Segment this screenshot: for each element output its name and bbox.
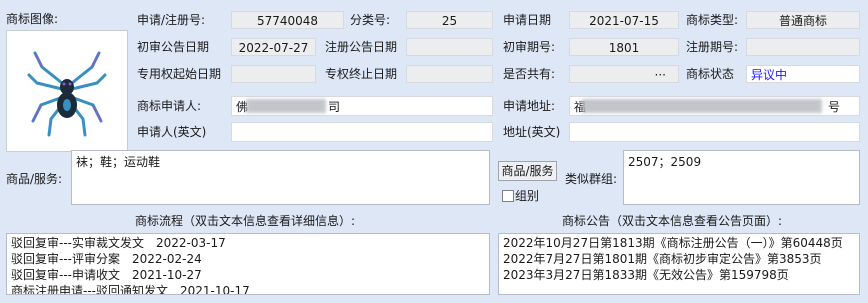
flow-item[interactable]: 驳回复审---申请收文 2021-10-27: [7, 267, 489, 283]
reg-date-label: 注册公告日期: [325, 40, 398, 54]
flow-title: 商标流程（双击文本信息查看详细信息）:: [135, 214, 356, 228]
checkbox-icon[interactable]: [502, 190, 514, 202]
notice-list[interactable]: 2022年10月27日第1813期《商标注册公告（一）》第60448页 2022…: [498, 233, 860, 295]
applicant-label: 商标申请人:: [137, 99, 202, 113]
tm-type-field[interactable]: 普通商标: [746, 11, 860, 29]
applicant-en-field[interactable]: [231, 122, 493, 142]
prelim-issue-label: 初审期号:: [503, 40, 556, 54]
flow-item[interactable]: 驳回复审---实审裁文发文 2022-03-17: [7, 235, 489, 251]
shared-field[interactable]: ···: [569, 65, 679, 83]
prelim-issue-field[interactable]: 1801: [569, 38, 679, 56]
applicant-en-label: 申请人(英文): [137, 125, 207, 139]
app-date-label: 申请日期: [503, 13, 552, 27]
class-field[interactable]: 25: [406, 11, 493, 29]
app-date-field[interactable]: 2021-07-15: [569, 11, 679, 29]
reg-issue-field[interactable]: [746, 38, 860, 56]
trademark-image-label: 商标图像:: [6, 12, 59, 26]
excl-start-label: 专用权起始日期: [137, 67, 222, 81]
class-label: 分类号:: [350, 13, 391, 27]
excl-end-label: 专权终止日期: [325, 67, 398, 81]
notice-item[interactable]: 2022年7月27日第1801期《商标初步审定公告》第3853页: [499, 251, 859, 267]
address-label: 申请地址:: [503, 99, 556, 113]
tm-type-label: 商标类型:: [686, 13, 739, 27]
group-checkbox-label: 组别: [515, 189, 540, 203]
status-field[interactable]: 异议中: [746, 65, 860, 83]
notice-title: 商标公告（双击文本信息查看公告页面）:: [562, 214, 783, 228]
goods-textbox[interactable]: 袜；鞋；运动鞋: [71, 150, 490, 205]
reg-no-field[interactable]: 57740048: [231, 11, 344, 29]
address-redaction: [582, 99, 822, 113]
shared-label: 是否共有:: [503, 67, 556, 81]
goods-text: 袜；鞋；运动鞋: [76, 155, 161, 169]
flow-item[interactable]: 驳回复审---评审分案 2022-02-24: [7, 251, 489, 267]
applicant-text-end: 司: [328, 100, 341, 114]
reg-no-label: 申请/注册号:: [137, 13, 206, 27]
goods-service-button[interactable]: 商品/服务: [498, 161, 557, 181]
similar-group-text: 2507；2509: [628, 155, 702, 169]
trademark-image-frame: [6, 30, 128, 152]
notice-item[interactable]: 2023年3月27日第1833期《无效公告》第159798页: [499, 267, 859, 283]
prelim-date-field[interactable]: 2022-07-27: [231, 38, 316, 56]
reg-issue-label: 注册期号:: [686, 40, 739, 54]
goods-label: 商品/服务:: [6, 172, 63, 186]
similar-group-textbox[interactable]: 2507；2509: [623, 150, 860, 205]
prelim-date-label: 初审公告日期: [137, 40, 210, 54]
address-text-end: 号: [828, 100, 841, 114]
flow-item[interactable]: 商标注册申请---驳回通知发文 2021-10-17: [7, 283, 489, 294]
status-label: 商标状态: [686, 67, 735, 81]
similar-group-label: 类似群组:: [565, 172, 618, 186]
excl-end-field[interactable]: [406, 65, 493, 83]
address-en-field[interactable]: [569, 122, 860, 142]
reg-date-field[interactable]: [406, 38, 493, 56]
address-en-label: 地址(英文): [503, 125, 561, 139]
notice-item[interactable]: 2022年10月27日第1813期《商标注册公告（一）》第60448页: [499, 235, 859, 251]
flow-list[interactable]: 驳回复审---实审裁文发文 2022-03-17 驳回复审---评审分案 202…: [6, 233, 490, 295]
excl-start-field[interactable]: [231, 65, 316, 83]
spider-logo-icon: [27, 51, 107, 137]
applicant-redaction: [246, 99, 326, 113]
